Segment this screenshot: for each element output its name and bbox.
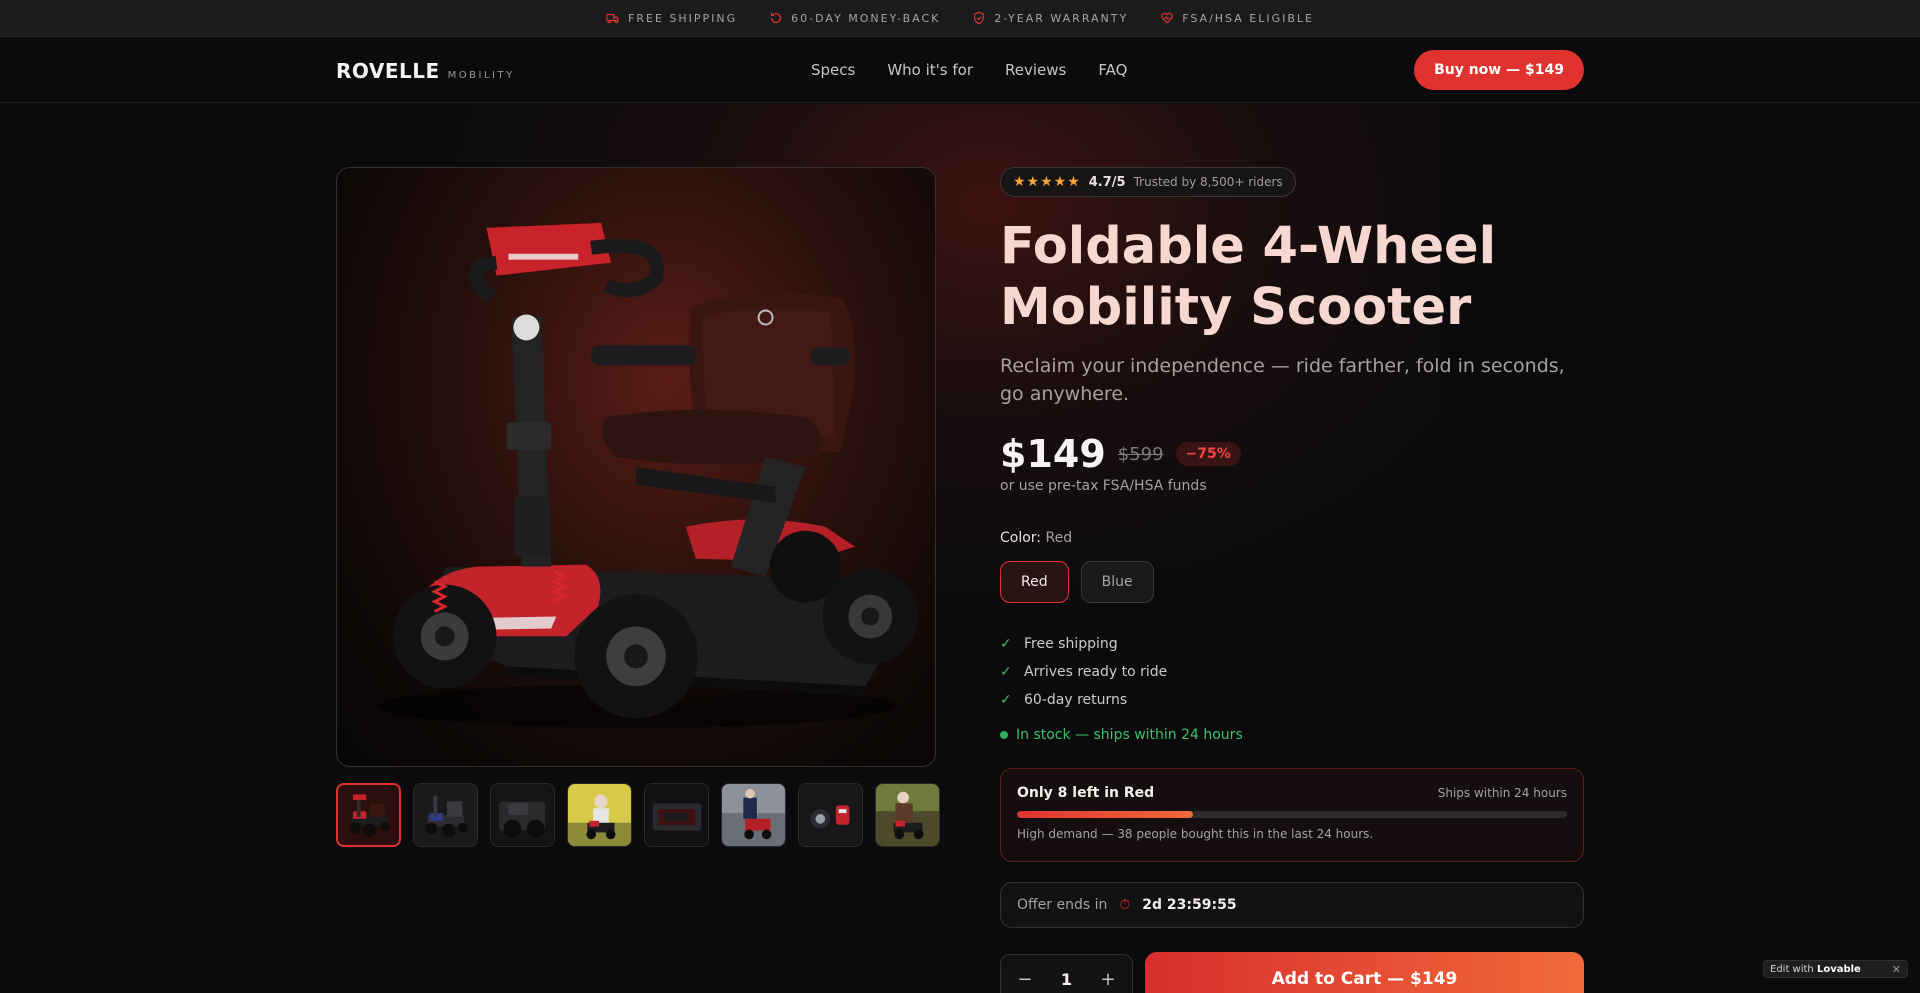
stock-text: In stock — ships within 24 hours [1016, 727, 1243, 743]
countdown-value: 2d 23:59:55 [1142, 897, 1237, 913]
quantity-stepper: − 1 + [1000, 954, 1133, 993]
brand-name: ROVELLE [336, 59, 440, 83]
lovable-logo: Lovable [1816, 963, 1861, 975]
nav-link-reviews[interactable]: Reviews [1005, 61, 1066, 79]
thumbnail-5[interactable] [644, 783, 709, 847]
check-icon: ✓ [1000, 636, 1012, 652]
thumbnail-2[interactable] [413, 783, 478, 847]
thumbnail-1[interactable] [336, 783, 401, 847]
check-icon: ✓ [1000, 664, 1012, 680]
heart-icon [1161, 12, 1174, 24]
star-rating-icon: ★★★★★ [1013, 174, 1081, 190]
current-price: $149 [1000, 432, 1106, 476]
lovable-badge-text: Edit with [1770, 963, 1814, 975]
scarcity-title: Only 8 left in Red [1017, 785, 1155, 801]
discount-badge: −75% [1175, 442, 1241, 466]
product-title: Foldable 4-Wheel Mobility Scooter [1000, 217, 1497, 337]
stock-progress-bar [1017, 811, 1567, 818]
announcement-bar: FREE SHIPPING 60-DAY MONEY-BACK 2-YEAR W… [0, 0, 1920, 37]
benefit-item: ✓ Arrives ready to ride [1000, 658, 1167, 686]
color-selected-value: Red [1045, 530, 1073, 546]
thumbnail-8[interactable] [875, 783, 940, 847]
announcement-item-fsa: FSA/HSA ELIGIBLE [1160, 11, 1314, 25]
product-subtitle: Reclaim your independence — ride farther… [1000, 355, 1565, 405]
buy-now-button[interactable]: Buy now — $149 [1414, 50, 1584, 90]
announcement-item-moneyback: 60-DAY MONEY-BACK [769, 11, 940, 25]
thumbnail-4[interactable] [567, 783, 632, 847]
announcement-label: FSA/HSA ELIGIBLE [1182, 11, 1314, 25]
announcement-label: 60-DAY MONEY-BACK [791, 11, 941, 25]
nav-link-faq[interactable]: FAQ [1098, 61, 1127, 79]
stock-progress-fill [1017, 811, 1193, 818]
announcement-label: 2-YEAR WARRANTY [994, 11, 1129, 25]
benefit-label: Arrives ready to ride [1024, 664, 1168, 680]
thumbnail-3[interactable] [490, 783, 555, 847]
shield-icon [974, 11, 985, 25]
site-header: ROVELLE MOBILITY Specs Who it's for Revi… [0, 37, 1920, 103]
main-nav: Specs Who it's for Reviews FAQ [811, 61, 1127, 79]
original-price: $599 [1117, 443, 1164, 465]
check-icon: ✓ [1000, 692, 1012, 708]
color-label-text: Color: [1000, 530, 1042, 546]
announcement-label: FREE SHIPPING [628, 11, 738, 25]
benefit-label: 60-day returns [1024, 692, 1128, 708]
nav-link-specs[interactable]: Specs [811, 61, 855, 79]
rating-badge[interactable]: ★★★★★ 4.7/5 Trusted by 8,500+ riders [1000, 167, 1296, 197]
offer-label: Offer ends in [1017, 897, 1108, 913]
stock-status: In stock — ships within 24 hours [1000, 727, 1243, 743]
scarcity-card: Only 8 left in Red Ships within 24 hours… [1000, 768, 1584, 862]
benefit-item: ✓ Free shipping [1000, 630, 1167, 658]
nav-link-who-its-for[interactable]: Who it's for [887, 61, 973, 79]
fsa-note: or use pre-tax FSA/HSA funds [1000, 478, 1207, 494]
demand-note: High demand — 38 people bought this in t… [1017, 827, 1374, 841]
scarcity-header: Only 8 left in Red Ships within 24 hours [1017, 785, 1567, 801]
quantity-increase-button[interactable]: + [1094, 969, 1122, 990]
benefits-list: ✓ Free shipping ✓ Arrives ready to ride ✓ 6… [1000, 630, 1167, 714]
offer-timer: Offer ends in ⏱ 2d 23:59:55 [1000, 882, 1584, 928]
brand-subtitle: MOBILITY [447, 70, 515, 81]
announcement-item-shipping: FREE SHIPPING [606, 11, 737, 25]
thumbnail-6[interactable] [721, 783, 786, 847]
brand-logo[interactable]: ROVELLE MOBILITY [336, 59, 515, 83]
color-option-blue[interactable]: Blue [1080, 561, 1154, 603]
scarcity-ships-text: Ships within 24 hours [1437, 786, 1567, 800]
stopwatch-icon: ⏱ [1119, 897, 1131, 913]
color-selector: Red Blue [1000, 561, 1154, 603]
color-option-red[interactable]: Red [1000, 561, 1069, 603]
rating-score: 4.7/5 [1088, 174, 1126, 190]
thumbnail-7[interactable] [798, 783, 863, 847]
benefit-item: ✓ 60-day returns [1000, 686, 1167, 714]
truck-icon [606, 13, 619, 24]
close-icon[interactable]: ✕ [1892, 963, 1901, 976]
status-dot-icon [1000, 731, 1008, 739]
benefit-label: Free shipping [1024, 636, 1118, 652]
quantity-value[interactable]: 1 [1061, 970, 1072, 989]
edit-with-lovable-badge[interactable]: Edit with Lovable ✕ [1763, 960, 1908, 978]
scooter-illustration [376, 222, 919, 729]
product-main-image[interactable] [336, 167, 936, 767]
color-label: Color: Red [1000, 530, 1072, 546]
announcement-item-warranty: 2-YEAR WARRANTY [972, 11, 1128, 25]
trust-text: Trusted by 8,500+ riders [1133, 175, 1283, 189]
lovable-badge-label: Edit with Lovable [1770, 964, 1861, 975]
quantity-decrease-button[interactable]: − [1011, 969, 1039, 990]
add-to-cart-button[interactable]: Add to Cart — $149 [1145, 952, 1584, 993]
price-row: $149 $599 −75% [1000, 432, 1241, 476]
thumbnail-strip [336, 783, 940, 847]
refresh-icon [771, 12, 782, 24]
